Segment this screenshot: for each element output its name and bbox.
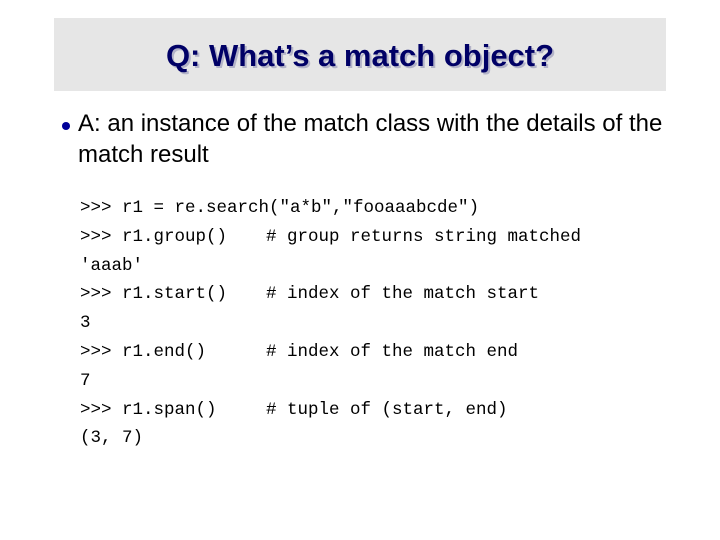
code-comment: # tuple of (start, end): [266, 399, 508, 420]
code-comment: # group returns string matched: [266, 226, 582, 247]
bullet-text: A: an instance of the match class with t…: [78, 110, 663, 168]
code-command: >>> r1.start(): [80, 284, 228, 305]
bullet-dot-icon: [62, 122, 70, 130]
code-command: >>> r1.group(): [80, 226, 228, 247]
bullet-item: A: an instance of the match class with t…: [62, 108, 702, 170]
code-output: 7: [80, 370, 91, 391]
code-line: 7: [80, 367, 581, 396]
code-line: 3: [80, 309, 581, 338]
code-output: (3, 7): [80, 428, 144, 449]
code-line: >>> r1 = re.search("a*b","fooaaabcde"): [80, 194, 581, 223]
code-block: >>> r1 = re.search("a*b","fooaaabcde") >…: [80, 194, 581, 453]
title-box: Q: What’s a match object?: [54, 18, 666, 91]
code-comment: # index of the match start: [266, 284, 540, 305]
code-command: >>> r1 = re.search("a*b","fooaaabcde"): [80, 198, 480, 218]
code-line: >>> r1.span() # tuple of (start, end): [80, 396, 581, 425]
code-command: >>> r1.end(): [80, 341, 207, 362]
code-output: 3: [80, 313, 91, 334]
code-line: (3, 7): [80, 424, 581, 453]
slide-title: Q: What’s a match object?: [165, 37, 555, 73]
slide: Q: What’s a match object? A: an instance…: [0, 0, 720, 540]
code-line: 'aaab': [80, 252, 581, 281]
code-command: >>> r1.span(): [80, 399, 217, 420]
code-line: >>> r1.end() # index of the match end: [80, 338, 581, 367]
code-output: 'aaab': [80, 255, 144, 276]
code-line: >>> r1.start() # index of the match start: [80, 280, 581, 309]
code-line: >>> r1.group() # group returns string mat…: [80, 223, 581, 252]
code-comment: # index of the match end: [266, 341, 519, 362]
